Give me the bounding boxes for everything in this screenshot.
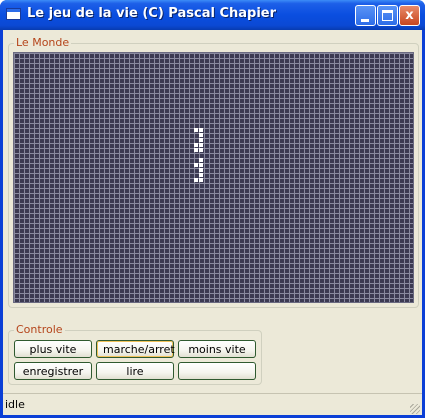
faster-button[interactable]: plus vite [14,340,92,358]
live-cell[interactable] [199,148,203,152]
window-app-icon[interactable] [6,8,21,20]
live-cell[interactable] [199,143,203,147]
live-cell[interactable] [199,158,203,162]
close-button[interactable]: x [399,5,420,26]
slower-button[interactable]: moins vite [178,340,256,358]
empty-button[interactable] [178,362,256,380]
title-bar[interactable]: Le jeu de la vie (C) Pascal Chapier x [0,0,425,30]
live-cell[interactable] [199,173,203,177]
start-stop-button[interactable]: marche/arret [96,340,175,358]
life-grid[interactable] [13,52,414,303]
controls-group: Controle plus vite marche/arret moins vi… [8,323,262,385]
live-cell[interactable] [194,143,198,147]
live-cell[interactable] [194,163,198,167]
status-text: idle [5,398,25,411]
minimize-icon [361,19,369,22]
resize-grip-icon[interactable] [410,404,420,414]
live-cell[interactable] [199,163,203,167]
save-button[interactable]: enregistrer [14,362,92,380]
client-area: Le Monde Controle plus vite marche/arret… [3,30,422,415]
world-group-title: Le Monde [14,36,72,49]
window-title: Le jeu de la vie (C) Pascal Chapier [27,6,277,21]
minimize-button[interactable] [355,5,376,26]
app-window: Le jeu de la vie (C) Pascal Chapier x Le… [0,0,425,418]
live-cell[interactable] [194,178,198,182]
maximize-icon [382,10,393,21]
live-cell[interactable] [199,138,203,142]
status-bar: idle [3,393,422,416]
live-cell[interactable] [199,133,203,137]
world-group: Le Monde [8,36,419,308]
live-cell[interactable] [199,168,203,172]
live-cell[interactable] [194,148,198,152]
live-cell[interactable] [199,178,203,182]
controls-group-title: Controle [14,323,65,336]
load-button[interactable]: lire [96,362,174,380]
maximize-button[interactable] [377,5,398,26]
live-cell[interactable] [199,128,203,132]
close-icon: x [405,8,414,23]
live-cell[interactable] [194,128,198,132]
